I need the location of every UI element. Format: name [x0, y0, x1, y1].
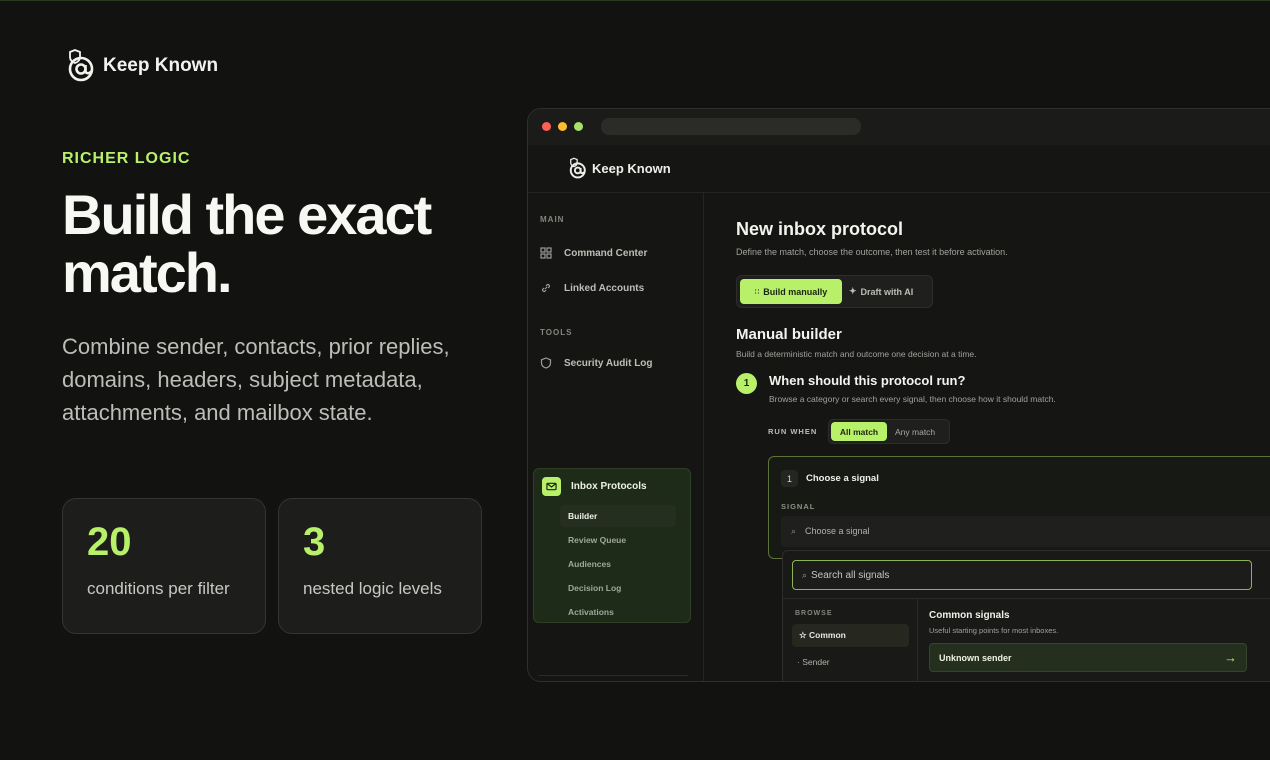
stat-label: conditions per filter — [87, 579, 230, 598]
condition-title: Choose a signal — [806, 473, 879, 484]
search-icon: ⌕ — [791, 526, 797, 536]
sidebar-section-main: MAIN — [540, 215, 565, 224]
top-divider — [0, 0, 1270, 1]
category-label: Sender — [802, 657, 830, 667]
browse-label: BROWSE — [795, 610, 833, 617]
category-sender[interactable]: · Sender — [797, 657, 830, 667]
sidebar-divider — [538, 675, 688, 676]
sidebar-item-command-center[interactable]: Command Center — [540, 247, 647, 259]
shield-icon — [540, 357, 552, 369]
hero-description: Combine sender, contacts, prior replies,… — [62, 334, 450, 425]
sidebar-subitem-builder[interactable]: Builder — [560, 505, 676, 527]
build-manually-button[interactable]: ∷ Build manually — [740, 279, 842, 304]
signal-option-unknown-sender[interactable]: Unknown sender → — [929, 643, 1247, 672]
step-question: When should this protocol run? — [769, 373, 966, 388]
button-label: Build manually — [763, 286, 828, 297]
search-placeholder: Search all signals — [811, 570, 890, 581]
page-subtitle: Define the match, choose the outcome, th… — [736, 247, 1008, 257]
sidebar-subitem-decision-log[interactable]: Decision Log — [568, 583, 621, 593]
condition-number: 1 — [781, 470, 798, 487]
sidebar-item-inbox-protocols[interactable]: Inbox Protocols — [542, 477, 647, 496]
sidebar-group-inbox-protocols: Inbox Protocols Builder Review Queue Aud… — [533, 468, 691, 623]
draft-with-ai-button[interactable]: ✦ Draft with AI — [849, 279, 913, 304]
headline: Build the exact match. — [62, 183, 432, 304]
grid-icon: ∷ — [754, 288, 760, 296]
run-when-toggle: All match Any match — [828, 419, 950, 444]
signal-section-title: Common signals — [929, 610, 1010, 621]
window-chrome — [528, 109, 1270, 145]
close-window-icon[interactable] — [542, 122, 551, 131]
step-question-subtitle: Browse a category or search every signal… — [769, 394, 1056, 404]
app-logo[interactable]: Keep Known — [565, 157, 671, 180]
signal-select[interactable]: ⌕ Choose a signal — [781, 516, 1270, 547]
link-icon — [541, 283, 551, 293]
mail-icon — [542, 477, 561, 496]
divider — [917, 598, 918, 681]
sidebar-item-linked-accounts[interactable]: Linked Accounts — [540, 282, 644, 294]
sidebar-section-tools: TOOLS — [540, 328, 573, 337]
brand-name: Keep Known — [103, 55, 219, 76]
divider — [783, 598, 1270, 599]
sidebar-item-security-audit-log[interactable]: Security Audit Log — [540, 357, 653, 369]
app-header: Keep Known — [528, 145, 1270, 193]
sidebar: MAIN Command Center Linked Accounts TOOL… — [528, 193, 704, 681]
app-window: Keep Known MAIN Command Center Linked Ac… — [527, 108, 1270, 682]
address-bar[interactable] — [601, 118, 861, 135]
stat-label: nested logic levels — [303, 579, 442, 598]
sidebar-item-label: Inbox Protocols — [571, 481, 647, 492]
arrow-right-icon: → — [1224, 650, 1237, 665]
keep-known-logo-icon — [569, 157, 586, 179]
any-match-option[interactable]: Any match — [895, 422, 935, 441]
sidebar-subitem-activations[interactable]: Activations — [568, 607, 614, 617]
maximize-window-icon[interactable] — [574, 122, 583, 131]
run-when-label: RUN WHEN — [768, 427, 818, 436]
search-all-signals-input[interactable]: ⌕ Search all signals — [792, 560, 1252, 590]
stat-value: 3 — [303, 520, 326, 564]
category-label: Common — [809, 630, 846, 640]
stat-value: 20 — [87, 520, 132, 564]
step-badge: 1 — [736, 373, 757, 394]
all-match-option[interactable]: All match — [831, 422, 887, 441]
sidebar-subitem-review-queue[interactable]: Review Queue — [568, 535, 626, 545]
signal-section-subtitle: Useful starting points for most inboxes. — [929, 626, 1059, 635]
condition-card: 1 Choose a signal SIGNAL ⌕ Choose a sign… — [768, 456, 1270, 559]
minimize-window-icon[interactable] — [558, 122, 567, 131]
builder-mode-toggle: ∷ Build manually ✦ Draft with AI — [736, 275, 933, 308]
sidebar-subitem-audiences[interactable]: Audiences — [568, 559, 611, 569]
section-subtitle: Build a deterministic match and outcome … — [736, 349, 977, 359]
sidebar-item-label: Command Center — [564, 247, 648, 259]
eyebrow: RICHER LOGIC — [62, 150, 191, 167]
search-icon: ⌕ — [802, 570, 808, 580]
section-title: Manual builder — [736, 326, 842, 343]
app-brand-name: Keep Known — [592, 161, 671, 176]
star-icon: ☆ — [799, 630, 807, 640]
grid-icon — [540, 247, 552, 259]
category-common[interactable]: ☆ Common — [792, 624, 909, 647]
sparkle-icon: ✦ — [849, 286, 857, 296]
brand[interactable]: Keep Known — [61, 48, 218, 84]
button-label: Draft with AI — [860, 286, 914, 297]
stat-card-levels: 3 nested logic levels — [278, 498, 482, 634]
stat-card-conditions: 20 conditions per filter — [62, 498, 266, 634]
sidebar-item-label: Linked Accounts — [564, 282, 645, 294]
signal-select-placeholder: Choose a signal — [805, 526, 870, 536]
signal-field-label: SIGNAL — [781, 502, 816, 511]
keep-known-logo-icon — [68, 49, 94, 82]
sidebar-item-label: Security Audit Log — [564, 357, 653, 369]
bullet-icon: · — [797, 657, 800, 667]
signal-dropdown: ⌕ Search all signals BROWSE ☆ Common · S… — [782, 550, 1270, 681]
main-content: New inbox protocol Define the match, cho… — [704, 193, 1270, 681]
signal-option-label: Unknown sender — [939, 653, 1012, 663]
page-title: New inbox protocol — [736, 219, 904, 239]
